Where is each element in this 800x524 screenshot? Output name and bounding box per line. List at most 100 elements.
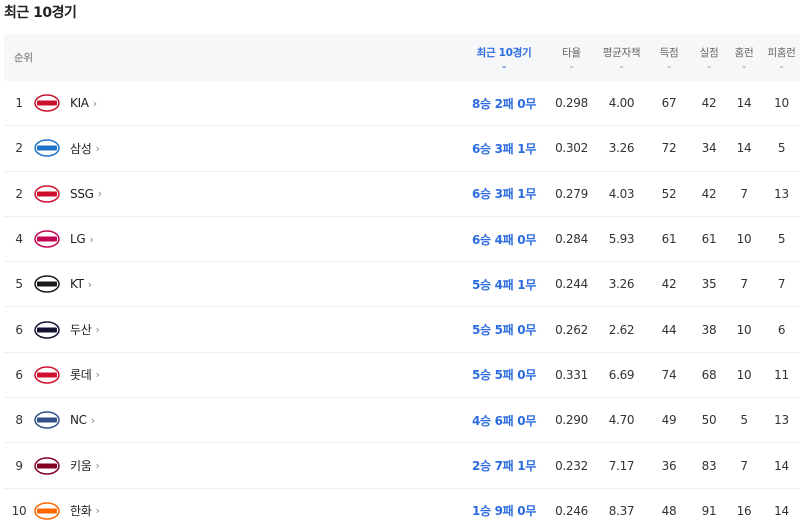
runs-allowed-cell: 91 (701, 503, 717, 518)
team-name: 삼성 (70, 141, 92, 156)
home-runs-allowed-cell: 7 (777, 277, 786, 292)
team-name: NC (70, 413, 87, 428)
batting-average-cell: 0.298 (555, 96, 588, 111)
runs-cell: 36 (661, 458, 677, 473)
home-runs-cell: 14 (736, 141, 752, 156)
team-name: LG (70, 232, 86, 247)
header-rank: 순위 (14, 52, 33, 64)
chevron-right-icon: › (95, 504, 100, 518)
home-runs-cell: 16 (736, 503, 752, 518)
home-runs-cell: 7 (740, 277, 748, 292)
team-logo-icon (34, 183, 60, 205)
chevron-right-icon: › (95, 368, 100, 382)
table-header: 순위 최근 10경기 ⌄ 타율 ⌄ 평균자책 ⌄ 득점 ⌄ 실점 ⌄ 홈런 ⌄ 피홈런 ⌄ (4, 34, 800, 81)
team-link[interactable]: LG › (34, 217, 174, 261)
team-logo-icon (34, 137, 60, 159)
rank-cell: 5 (15, 277, 23, 292)
era-cell: 3.26 (608, 277, 635, 292)
rank-cell: 6 (15, 322, 23, 337)
home-runs-allowed-cell: 13 (774, 413, 789, 428)
chevron-right-icon: › (95, 459, 100, 473)
rank-cell: 2 (15, 141, 23, 156)
home-runs-allowed-cell: 14 (774, 503, 789, 518)
era-cell: 2.62 (608, 322, 635, 337)
team-logo-icon (34, 500, 60, 522)
batting-average-cell: 0.246 (555, 503, 588, 518)
recent-10-cell: 2승 7패 1무 (471, 459, 537, 474)
recent-10-cell: 5승 5패 0무 (471, 323, 537, 338)
team-link[interactable]: 키움 › (34, 443, 174, 487)
home-runs-cell: 5 (740, 413, 748, 428)
header-home-runs-allowed[interactable]: 피홈런 ⌄ (759, 34, 800, 81)
runs-cell: 44 (661, 322, 677, 337)
team-link[interactable]: NC › (34, 398, 174, 442)
home-runs-allowed-cell: 10 (774, 96, 789, 111)
era-cell: 6.69 (608, 367, 635, 382)
runs-allowed-cell: 83 (701, 458, 717, 473)
team-name: SSG (70, 186, 94, 201)
era-cell: 3.26 (608, 141, 635, 156)
home-runs-allowed-cell: 14 (774, 458, 789, 473)
rank-cell: 8 (15, 413, 23, 428)
chevron-right-icon: › (87, 277, 92, 291)
team-logo-shape (34, 502, 60, 520)
team-link[interactable]: KIA › (34, 81, 174, 125)
chevron-down-icon: ⌄ (705, 61, 713, 70)
era-cell: 4.70 (608, 413, 635, 428)
chevron-right-icon: › (90, 413, 95, 427)
rank-cell: 6 (15, 367, 23, 382)
runs-allowed-cell: 61 (701, 232, 717, 247)
recent-10-cell: 5승 4패 1무 (471, 277, 537, 292)
runs-cell: 48 (661, 503, 677, 518)
era-cell: 4.00 (608, 96, 635, 111)
chevron-down-icon: ⌄ (618, 61, 625, 70)
runs-allowed-cell: 42 (701, 186, 717, 201)
chevron-down-icon: ⌄ (568, 61, 575, 70)
runs-cell: 67 (661, 96, 677, 111)
home-runs-cell: 10 (736, 367, 752, 382)
team-logo-shape (34, 366, 60, 384)
team-name: 두산 (70, 323, 92, 338)
rank-cell: 10 (11, 503, 27, 518)
team-link[interactable]: KT › (34, 262, 174, 306)
rank-cell: 9 (15, 458, 23, 473)
team-logo-icon (34, 228, 60, 250)
home-runs-cell: 10 (736, 322, 752, 337)
header-runs-allowed[interactable]: 실점 ⌄ (689, 34, 729, 81)
page-title: 최근 10경기 (4, 5, 77, 21)
rank-cell: 4 (15, 232, 23, 247)
team-logo-shape (34, 320, 60, 339)
home-runs-allowed-cell: 5 (777, 232, 786, 247)
table-row: 2 SSG › 6승 3패 1무 0.279 4.03 52 42 7 13 (4, 172, 800, 217)
chevron-down-icon: ⌄ (665, 61, 673, 70)
home-runs-cell: 10 (736, 232, 752, 247)
era-cell: 4.03 (608, 186, 635, 201)
team-link[interactable]: 두산 › (34, 307, 174, 351)
rank-cell: 1 (15, 96, 23, 111)
recent-10-cell: 6승 3패 1무 (471, 141, 537, 156)
runs-allowed-cell: 35 (701, 277, 717, 292)
team-link[interactable]: 삼성 › (34, 126, 174, 170)
header-batting-average[interactable]: 타율 ⌄ (549, 34, 594, 81)
chevron-right-icon: › (97, 187, 102, 201)
team-link[interactable]: 롯데 › (34, 353, 174, 397)
home-runs-allowed-cell: 11 (774, 367, 789, 382)
team-logo-shape (34, 456, 60, 475)
team-logo-icon (34, 409, 60, 431)
header-runs[interactable]: 득점 ⌄ (649, 34, 689, 81)
header-recent-10[interactable]: 최근 10경기 ⌄ (459, 34, 549, 81)
runs-cell: 72 (661, 141, 677, 156)
recent-10-cell: 4승 6패 0무 (471, 413, 537, 428)
chevron-right-icon: › (92, 96, 97, 110)
standings-table: 순위 최근 10경기 ⌄ 타율 ⌄ 평균자책 ⌄ 득점 ⌄ 실점 ⌄ 홈런 ⌄ 피홈런 ⌄ 1… (4, 34, 800, 524)
table-row: 2 삼성 › 6승 3패 1무 0.302 3.26 72 34 14 5 (4, 126, 800, 172)
recent-10-cell: 5승 5패 0무 (471, 368, 537, 383)
team-link[interactable]: 한화 › (34, 489, 174, 524)
runs-cell: 52 (661, 186, 677, 201)
team-logo-icon (34, 455, 60, 477)
batting-average-cell: 0.331 (555, 367, 588, 382)
header-home-runs[interactable]: 홈런 ⌄ (729, 34, 759, 81)
team-link[interactable]: SSG › (34, 172, 174, 216)
header-era[interactable]: 평균자책 ⌄ (594, 34, 649, 81)
team-logo-icon (34, 273, 60, 295)
